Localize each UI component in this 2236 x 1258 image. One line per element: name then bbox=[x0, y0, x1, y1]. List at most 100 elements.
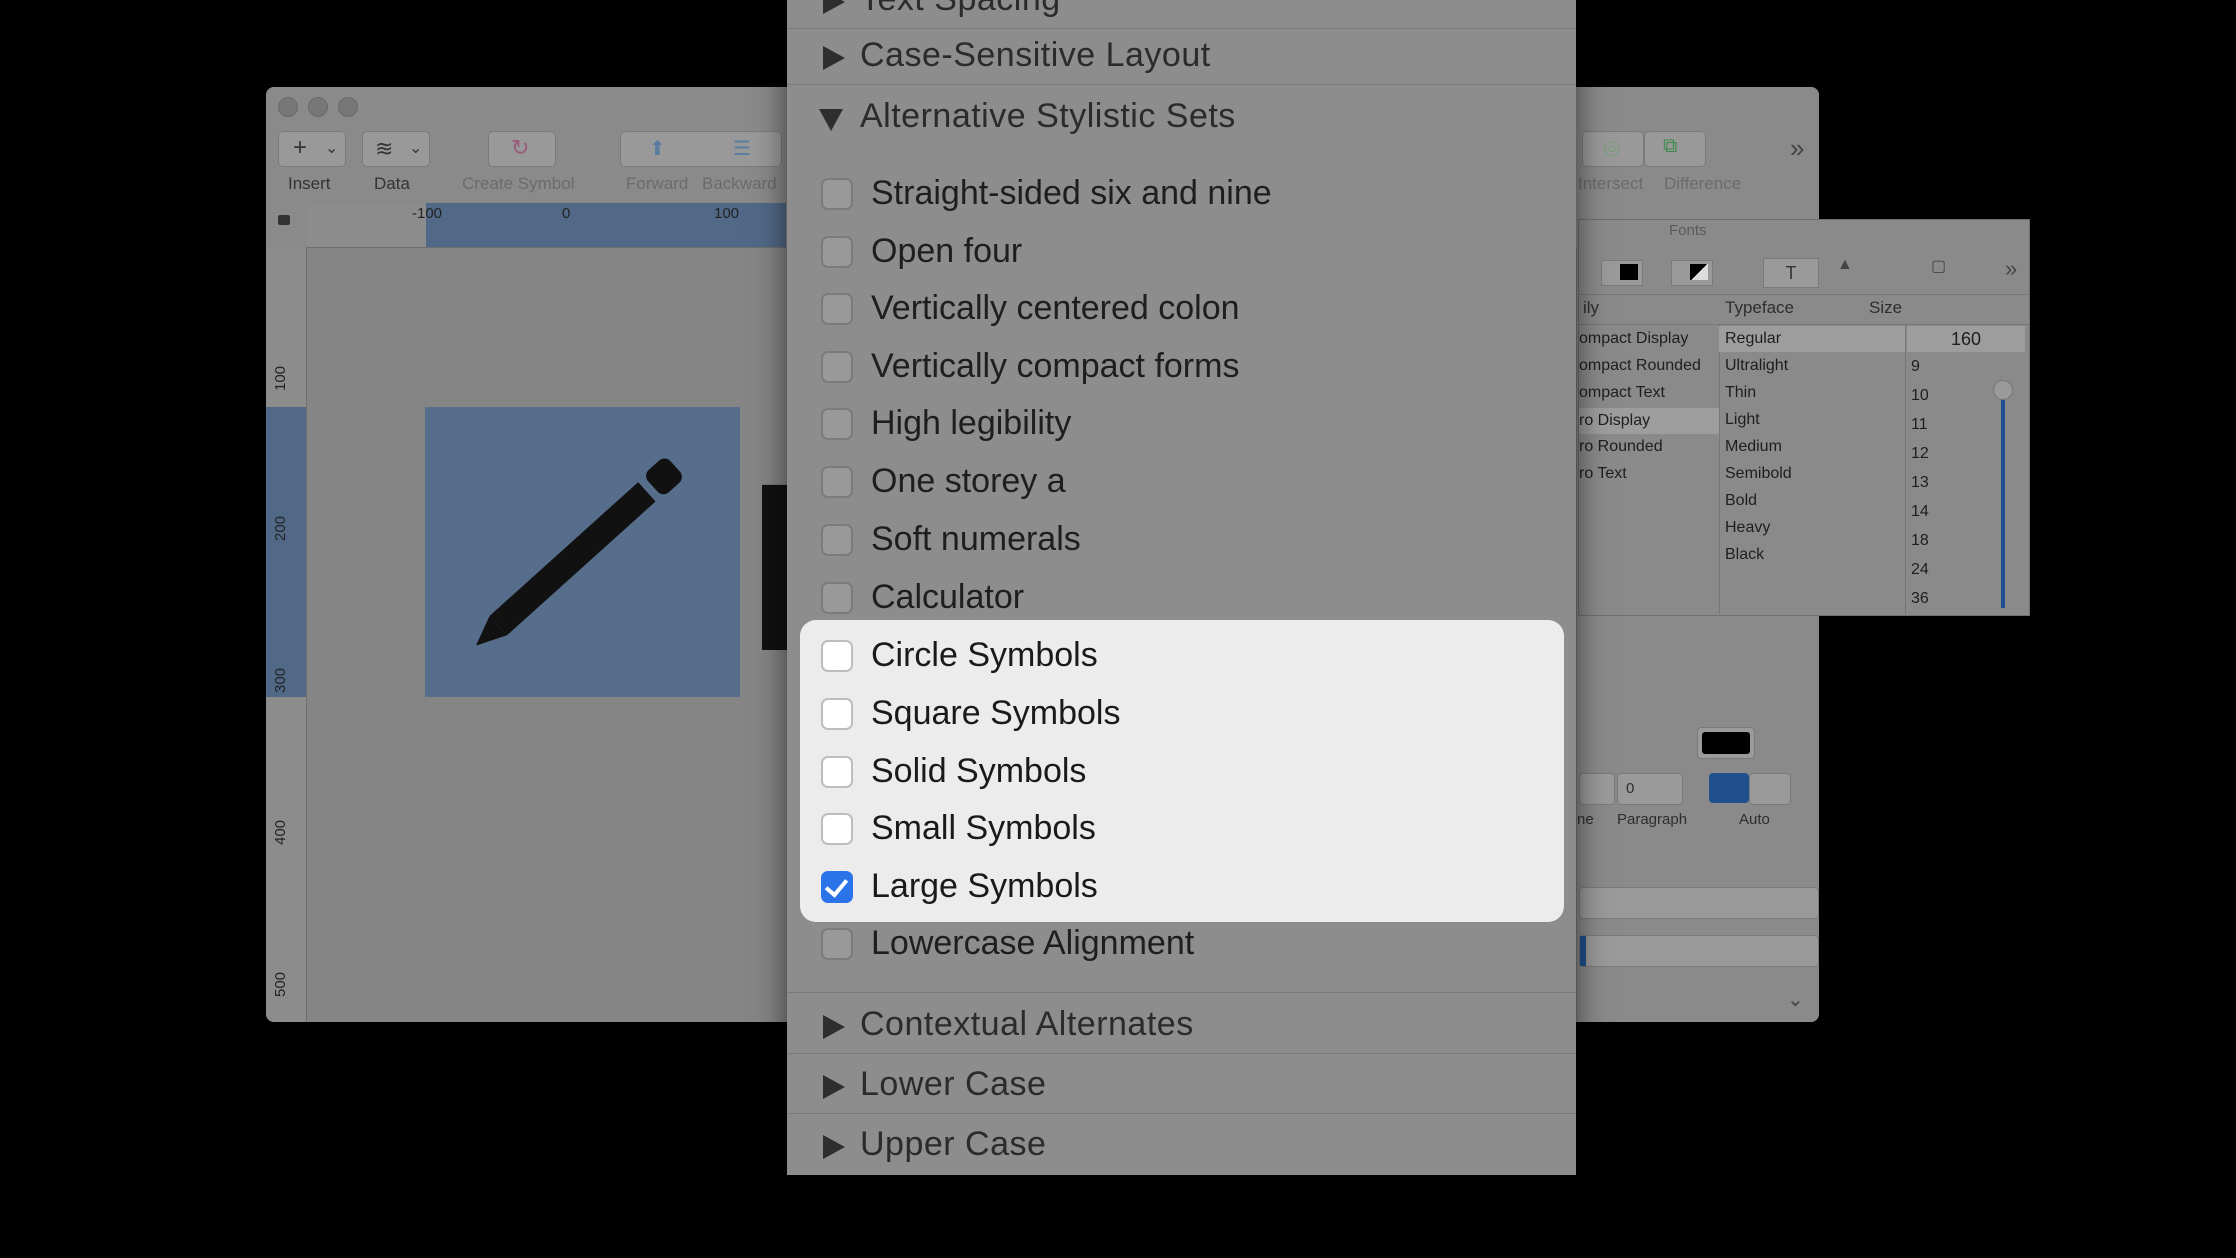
checkbox[interactable] bbox=[821, 928, 853, 960]
checkbox[interactable] bbox=[821, 698, 853, 730]
option-small-symbols[interactable]: Small Symbols bbox=[787, 801, 1551, 859]
typeface-item[interactable]: Black bbox=[1725, 546, 1764, 564]
auto-width-button[interactable] bbox=[1709, 773, 1749, 803]
checkbox[interactable] bbox=[821, 351, 853, 383]
typeface-item[interactable]: Bold bbox=[1725, 492, 1757, 510]
section-upper-case[interactable]: Upper Case bbox=[787, 1113, 1576, 1173]
close-button[interactable] bbox=[278, 97, 298, 117]
checkbox-checked[interactable] bbox=[821, 871, 853, 903]
checkbox[interactable] bbox=[821, 408, 853, 440]
family-item[interactable]: ompact Display bbox=[1579, 330, 1688, 348]
alignment-buttons[interactable] bbox=[1579, 887, 1819, 919]
zoom-button[interactable] bbox=[338, 97, 358, 117]
fixed-width-button[interactable] bbox=[1749, 773, 1791, 805]
lock-icon[interactable] bbox=[278, 215, 290, 225]
checkbox[interactable] bbox=[821, 178, 853, 210]
intersect-label: Intersect bbox=[1578, 174, 1644, 193]
option-large-symbols[interactable]: Large Symbols bbox=[787, 859, 1551, 917]
disclosure-triangle-icon bbox=[823, 0, 845, 14]
shadow-slider-icon[interactable]: ▲ bbox=[1837, 256, 1853, 274]
family-item[interactable]: ompact Text bbox=[1579, 384, 1665, 402]
data-button[interactable]: ≋ ⌄ bbox=[362, 131, 430, 167]
checkbox[interactable] bbox=[821, 582, 853, 614]
section-case-sensitive-layout[interactable]: Case-Sensitive Layout bbox=[787, 24, 1576, 85]
checkbox[interactable] bbox=[821, 293, 853, 325]
typeface-item[interactable]: Heavy bbox=[1725, 519, 1770, 537]
option-square-symbols[interactable]: Square Symbols bbox=[787, 686, 1551, 744]
family-item-selected[interactable]: ro Display bbox=[1579, 408, 1719, 434]
insert-button[interactable]: + ⌄ bbox=[278, 131, 346, 167]
text-effects-icon[interactable]: T bbox=[1763, 258, 1819, 288]
shadow-opacity-icon[interactable]: ▢ bbox=[1931, 256, 1946, 276]
option-high-legibility[interactable]: High legibility bbox=[787, 396, 1576, 454]
intersect-button[interactable]: ◎ bbox=[1582, 131, 1644, 167]
size-item[interactable]: 12 bbox=[1911, 445, 1929, 463]
typeface-item[interactable]: Semibold bbox=[1725, 465, 1792, 483]
checkbox[interactable] bbox=[821, 813, 853, 845]
option-straight-sided-six-and-nine[interactable]: Straight-sided six and nine bbox=[787, 166, 1576, 224]
character-spacing-field[interactable] bbox=[1579, 773, 1615, 805]
option-label: Lowercase Alignment bbox=[871, 924, 1195, 962]
size-item[interactable]: 18 bbox=[1911, 532, 1929, 550]
family-item[interactable]: ro Rounded bbox=[1579, 438, 1663, 456]
chevron-down-icon[interactable]: ⌄ bbox=[1787, 987, 1804, 1012]
size-slider-track[interactable] bbox=[2001, 396, 2005, 608]
option-soft-numerals[interactable]: Soft numerals bbox=[787, 512, 1576, 570]
size-item[interactable]: 13 bbox=[1911, 474, 1929, 492]
checkbox[interactable] bbox=[821, 524, 853, 556]
option-lowercase-alignment[interactable]: Lowercase Alignment bbox=[787, 916, 1576, 974]
forward-icon[interactable]: ⬆ bbox=[649, 136, 666, 161]
checkbox[interactable] bbox=[821, 466, 853, 498]
size-slider-knob[interactable] bbox=[1993, 380, 2013, 400]
size-item[interactable]: 10 bbox=[1911, 387, 1929, 405]
option-vertically-compact-forms[interactable]: Vertically compact forms bbox=[787, 339, 1576, 397]
disclosure-triangle-icon bbox=[823, 1015, 845, 1039]
option-solid-symbols[interactable]: Solid Symbols bbox=[787, 744, 1551, 802]
size-item[interactable]: 9 bbox=[1911, 358, 1920, 376]
disclosure-triangle-icon bbox=[823, 46, 845, 70]
line-label: ne bbox=[1577, 811, 1594, 828]
vertical-alignment-buttons[interactable] bbox=[1579, 935, 1819, 967]
option-label: Circle Symbols bbox=[871, 636, 1098, 674]
typeface-item[interactable]: Light bbox=[1725, 411, 1760, 429]
checkbox[interactable] bbox=[821, 756, 853, 788]
ruler-label: 100 bbox=[714, 205, 740, 222]
ruler-selection bbox=[266, 407, 306, 697]
pencil-symbol-artboard[interactable] bbox=[425, 407, 740, 697]
option-vertically-centered-colon[interactable]: Vertically centered colon bbox=[787, 281, 1576, 339]
size-item[interactable]: 36 bbox=[1911, 590, 1929, 608]
section-contextual-alternates[interactable]: Contextual Alternates bbox=[787, 992, 1576, 1054]
family-item[interactable]: ompact Rounded bbox=[1579, 357, 1701, 375]
checkbox[interactable] bbox=[821, 640, 853, 672]
size-field[interactable]: 160 bbox=[1907, 326, 2025, 352]
create-symbol-button[interactable]: ↻ bbox=[488, 131, 556, 167]
more-chevron-icon[interactable]: » bbox=[1790, 133, 1804, 164]
text-color-well[interactable] bbox=[1697, 727, 1755, 759]
size-item[interactable]: 11 bbox=[1911, 416, 1928, 434]
text-color-button[interactable] bbox=[1601, 260, 1643, 286]
backward-icon[interactable]: ☰ bbox=[733, 136, 751, 161]
ruler-label: 200 bbox=[272, 515, 289, 541]
option-one-storey-a[interactable]: One storey a bbox=[787, 454, 1576, 512]
typeface-item[interactable]: Ultralight bbox=[1725, 357, 1788, 375]
option-label: Vertically compact forms bbox=[871, 347, 1240, 385]
family-item[interactable]: ro Text bbox=[1579, 465, 1627, 483]
minimize-button[interactable] bbox=[308, 97, 328, 117]
symbol-icon: ↻ bbox=[511, 135, 530, 160]
typeface-item[interactable]: Medium bbox=[1725, 438, 1782, 456]
checkbox[interactable] bbox=[821, 236, 853, 268]
document-color-button[interactable] bbox=[1671, 260, 1713, 286]
typeface-item-selected[interactable]: Regular bbox=[1719, 326, 1905, 352]
option-circle-symbols[interactable]: Circle Symbols bbox=[787, 628, 1551, 686]
typeface-item[interactable]: Thin bbox=[1725, 384, 1756, 402]
section-lower-case[interactable]: Lower Case bbox=[787, 1053, 1576, 1114]
paragraph-spacing-field[interactable]: 0 bbox=[1617, 773, 1683, 805]
difference-button[interactable]: ⧉ bbox=[1644, 131, 1706, 167]
create-symbol-label: Create Symbol bbox=[462, 174, 575, 193]
size-item[interactable]: 24 bbox=[1911, 561, 1929, 579]
size-item[interactable]: 14 bbox=[1911, 503, 1929, 521]
section-alternative-stylistic-sets[interactable]: Alternative Stylistic Sets bbox=[787, 85, 1576, 145]
more-chevron-icon[interactable]: » bbox=[2005, 256, 2017, 282]
option-open-four[interactable]: Open four bbox=[787, 224, 1576, 282]
fonts-panel: Fonts T ▲ ▢ » ily Typeface Size ompact D… bbox=[1578, 219, 2030, 616]
